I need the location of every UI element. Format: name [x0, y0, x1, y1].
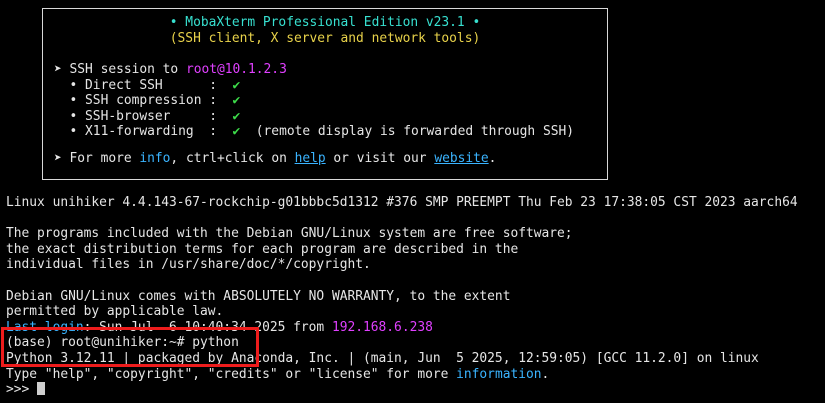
highlight-box [1, 327, 259, 367]
banner-ssh-info: ➤ SSH session to root@10.1.2.3 • Direct … [54, 62, 574, 140]
check-icon: ✔ [232, 93, 241, 109]
license-line-3: individual files in /usr/share/doc/*/cop… [6, 257, 371, 273]
x11-note: (remote display is forwarded through SSH… [240, 124, 574, 140]
help-link[interactable]: help [295, 151, 326, 166]
type-help-line: Type "help", "copyright", "credits" or "… [6, 366, 457, 382]
check-icon: ✔ [232, 77, 241, 93]
ssh-session-prefix: ➤ SSH session to [54, 62, 186, 77]
feature-ssh-browser: • SSH-browser : [54, 108, 233, 124]
banner-more-line: ➤ For more info, ctrl+click on help or v… [54, 151, 496, 167]
type-end: . [541, 366, 550, 382]
information-link[interactable]: information [456, 367, 541, 382]
terminal-output[interactable]: Linux unihiker 4.4.143-67-rockchip-g01bb… [6, 195, 798, 398]
more-mid: , ctrl+click on [170, 151, 295, 166]
kernel-line: Linux unihiker 4.4.143-67-rockchip-g01bb… [6, 195, 798, 210]
more-mid2: or visit our [325, 151, 435, 166]
warranty-line-1: Debian GNU/Linux comes with ABSOLUTELY N… [6, 288, 511, 304]
feature-ssh-compression: • SSH compression : [54, 93, 233, 109]
last-login-ip: 192.168.6.238 [331, 319, 433, 335]
repl-prompt: >>> [6, 382, 38, 398]
more-end: . [488, 151, 497, 166]
mobaxterm-banner: • MobaXterm Professional Edition v23.1 •… [42, 8, 608, 180]
license-line-1: The programs included with the Debian GN… [6, 226, 573, 242]
check-icon: ✔ [232, 108, 241, 124]
license-line-2: the exact distribution terms for each pr… [6, 241, 519, 257]
feature-x11-forwarding: • X11-forwarding : [54, 124, 233, 140]
warranty-line-2: permitted by applicable law. [6, 304, 224, 320]
banner-subtitle: (SSH client, X server and network tools) [169, 31, 481, 46]
website-link[interactable]: website [434, 151, 488, 166]
more-prefix: ➤ For more [54, 151, 140, 166]
feature-direct-ssh: • Direct SSH : [54, 77, 233, 93]
ssh-target: root@10.1.2.3 [185, 62, 287, 77]
cursor-block [37, 382, 46, 396]
info-link[interactable]: info [139, 151, 170, 166]
banner-title: • MobaXterm Professional Edition v23.1 • [169, 15, 481, 30]
